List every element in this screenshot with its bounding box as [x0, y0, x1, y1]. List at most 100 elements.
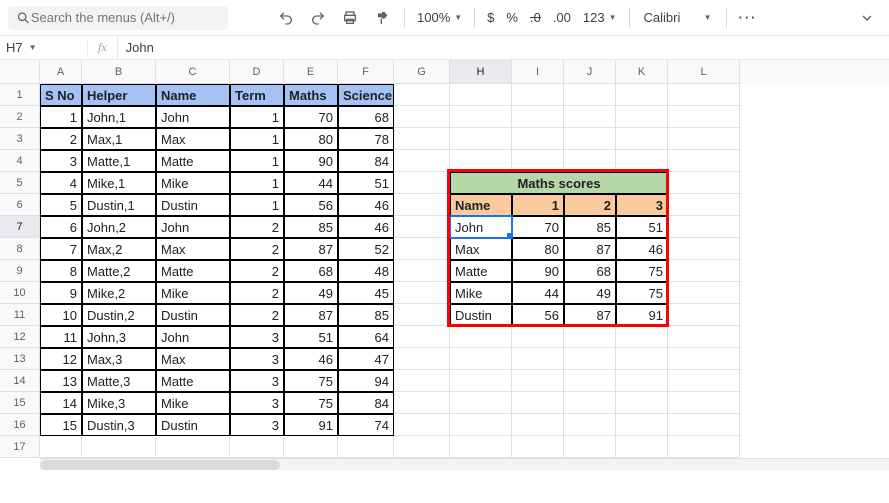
cell-D11[interactable]: 2 — [230, 304, 284, 326]
cell-B12[interactable]: John,3 — [82, 326, 156, 348]
row-header-7[interactable]: 7 — [0, 216, 40, 238]
cell-A14[interactable]: 13 — [40, 370, 82, 392]
cell-A6[interactable]: 5 — [40, 194, 82, 216]
cell-K16[interactable] — [616, 414, 668, 436]
cell-F14[interactable]: 94 — [338, 370, 394, 392]
row-header-16[interactable]: 16 — [0, 414, 40, 436]
cell-F4[interactable]: 84 — [338, 150, 394, 172]
cell-H12[interactable] — [450, 326, 512, 348]
formula-input[interactable]: John — [118, 40, 889, 55]
cell-A3[interactable]: 2 — [40, 128, 82, 150]
cell-D9[interactable]: 2 — [230, 260, 284, 282]
cell-L10[interactable] — [668, 282, 740, 304]
cell-I2[interactable] — [512, 106, 564, 128]
undo-button[interactable] — [272, 4, 300, 32]
cell-H11[interactable]: Dustin — [450, 304, 512, 326]
print-button[interactable] — [336, 4, 364, 32]
cell-I3[interactable] — [512, 128, 564, 150]
cell-B14[interactable]: Matte,3 — [82, 370, 156, 392]
cell-J7[interactable]: 85 — [564, 216, 616, 238]
row-header-4[interactable]: 4 — [0, 150, 40, 172]
currency-button[interactable]: $ — [483, 10, 498, 25]
zoom-select[interactable]: 100%▼ — [413, 10, 466, 25]
more-formats-button[interactable]: 123▼ — [579, 10, 621, 25]
cell-B5[interactable]: Mike,1 — [82, 172, 156, 194]
cell-K10[interactable]: 75 — [616, 282, 668, 304]
cell-C5[interactable]: Mike — [156, 172, 230, 194]
column-header-K[interactable]: K — [616, 60, 668, 84]
cell-D6[interactable]: 1 — [230, 194, 284, 216]
cell-D8[interactable]: 2 — [230, 238, 284, 260]
cell-E4[interactable]: 90 — [284, 150, 338, 172]
cell-G3[interactable] — [394, 128, 450, 150]
cell-I11[interactable]: 56 — [512, 304, 564, 326]
cell-C9[interactable]: Matte — [156, 260, 230, 282]
cell-L5[interactable] — [668, 172, 740, 194]
cell-D1[interactable]: Term — [230, 84, 284, 106]
cell-F1[interactable]: Science — [338, 84, 394, 106]
cell-I5[interactable] — [512, 172, 564, 194]
cell-A9[interactable]: 8 — [40, 260, 82, 282]
cell-I1[interactable] — [512, 84, 564, 106]
cell-J10[interactable]: 49 — [564, 282, 616, 304]
cell-A10[interactable]: 9 — [40, 282, 82, 304]
cell-H1[interactable] — [450, 84, 512, 106]
column-header-E[interactable]: E — [284, 60, 338, 84]
cell-J6[interactable]: 2 — [564, 194, 616, 216]
cell-B17[interactable] — [82, 436, 156, 458]
column-header-D[interactable]: D — [230, 60, 284, 84]
row-header-13[interactable]: 13 — [0, 348, 40, 370]
cell-G8[interactable] — [394, 238, 450, 260]
cell-J16[interactable] — [564, 414, 616, 436]
cell-E15[interactable]: 75 — [284, 392, 338, 414]
cell-H16[interactable] — [450, 414, 512, 436]
cell-H10[interactable]: Mike — [450, 282, 512, 304]
cell-L4[interactable] — [668, 150, 740, 172]
cell-J12[interactable] — [564, 326, 616, 348]
cell-K17[interactable] — [616, 436, 668, 458]
cell-G9[interactable] — [394, 260, 450, 282]
cell-F17[interactable] — [338, 436, 394, 458]
cell-G17[interactable] — [394, 436, 450, 458]
cell-C16[interactable]: Dustin — [156, 414, 230, 436]
cell-B15[interactable]: Mike,3 — [82, 392, 156, 414]
cell-L8[interactable] — [668, 238, 740, 260]
cell-B4[interactable]: Matte,1 — [82, 150, 156, 172]
row-header-11[interactable]: 11 — [0, 304, 40, 326]
cell-K6[interactable]: 3 — [616, 194, 668, 216]
cell-F9[interactable]: 48 — [338, 260, 394, 282]
cell-L15[interactable] — [668, 392, 740, 414]
cell-D14[interactable]: 3 — [230, 370, 284, 392]
cell-K12[interactable] — [616, 326, 668, 348]
cell-H17[interactable] — [450, 436, 512, 458]
cell-F8[interactable]: 52 — [338, 238, 394, 260]
cell-C12[interactable]: John — [156, 326, 230, 348]
cell-E9[interactable]: 68 — [284, 260, 338, 282]
row-header-6[interactable]: 6 — [0, 194, 40, 216]
cell-I16[interactable] — [512, 414, 564, 436]
cell-A7[interactable]: 6 — [40, 216, 82, 238]
cell-H7[interactable]: John — [450, 216, 512, 238]
cell-A2[interactable]: 1 — [40, 106, 82, 128]
cell-I17[interactable] — [512, 436, 564, 458]
paint-format-button[interactable] — [368, 4, 396, 32]
cell-K9[interactable]: 75 — [616, 260, 668, 282]
cell-H14[interactable] — [450, 370, 512, 392]
cell-E16[interactable]: 91 — [284, 414, 338, 436]
cell-K8[interactable]: 46 — [616, 238, 668, 260]
cell-K3[interactable] — [616, 128, 668, 150]
cell-J1[interactable] — [564, 84, 616, 106]
cell-E14[interactable]: 75 — [284, 370, 338, 392]
cell-L2[interactable] — [668, 106, 740, 128]
cell-B3[interactable]: Max,1 — [82, 128, 156, 150]
percent-button[interactable]: % — [502, 10, 522, 25]
cell-I6[interactable]: 1 — [512, 194, 564, 216]
cell-D5[interactable]: 1 — [230, 172, 284, 194]
cell-A16[interactable]: 15 — [40, 414, 82, 436]
cell-H6[interactable]: Name — [450, 194, 512, 216]
cell-A13[interactable]: 12 — [40, 348, 82, 370]
cell-C15[interactable]: Mike — [156, 392, 230, 414]
cell-J4[interactable] — [564, 150, 616, 172]
cell-G2[interactable] — [394, 106, 450, 128]
cell-A12[interactable]: 11 — [40, 326, 82, 348]
